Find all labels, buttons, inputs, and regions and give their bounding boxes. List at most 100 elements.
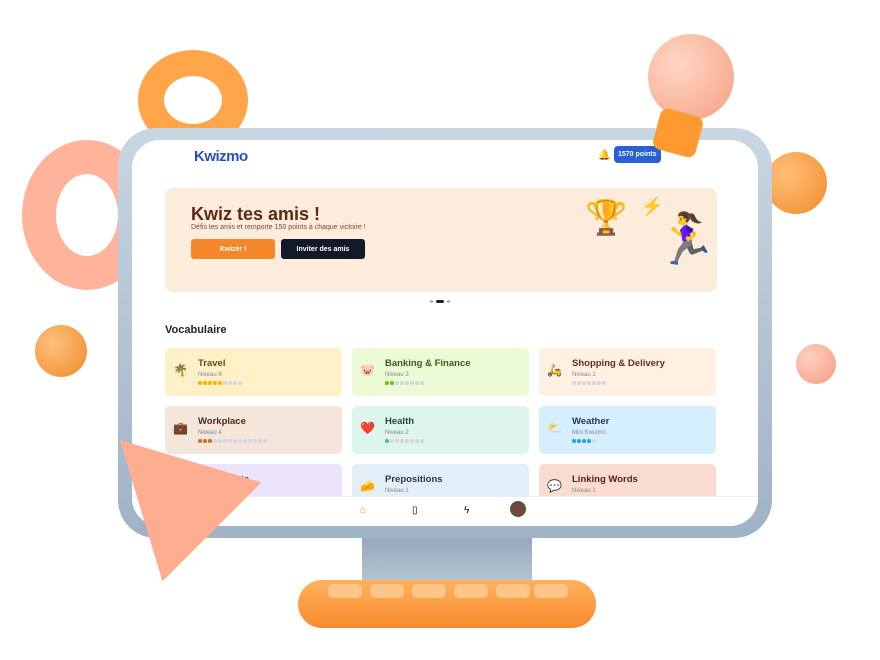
- category-title: Travel: [198, 358, 226, 369]
- level-progress: [572, 439, 596, 443]
- progress-dot: [400, 439, 404, 443]
- category-level: Niveau 1: [572, 372, 596, 378]
- promo-banner: Kwiz tes amis ! Défis tes amis et rempor…: [165, 188, 717, 292]
- progress-dot: [198, 381, 202, 385]
- progress-dot: [420, 381, 424, 385]
- progress-dot: [415, 381, 419, 385]
- progress-dot: [238, 381, 242, 385]
- progress-dot: [395, 439, 399, 443]
- runner-illustration: 🏃‍♀️: [655, 211, 718, 267]
- level-progress: [385, 439, 424, 443]
- lightning-nav-icon[interactable]: ϟ: [464, 505, 469, 516]
- progress-dot: [208, 381, 212, 385]
- category-title: Linking Words: [572, 474, 638, 485]
- avatar[interactable]: [510, 501, 526, 517]
- lightbulb-icon: [648, 34, 734, 120]
- section-title: Vocabulaire: [165, 324, 227, 336]
- progress-dot: [400, 381, 404, 385]
- progress-dot: [385, 381, 389, 385]
- category-title: Shopping & Delivery: [572, 358, 665, 369]
- category-icon: 💬: [547, 479, 562, 493]
- category-title: Health: [385, 416, 415, 427]
- ball-right-icon: [765, 152, 827, 214]
- category-icon: 🧀: [360, 479, 375, 493]
- kwizer-button[interactable]: Kwizer !: [191, 239, 275, 259]
- logo[interactable]: Kwizmo: [194, 148, 248, 165]
- ball-orange-icon: [35, 325, 87, 377]
- ball-peach-icon: [796, 344, 836, 384]
- category-title: Prepositions: [385, 474, 443, 485]
- progress-dot: [587, 439, 591, 443]
- invite-friends-button[interactable]: Inviter des amis: [281, 239, 365, 259]
- category-title: Banking & Finance: [385, 358, 471, 369]
- category-title: Weather: [572, 416, 610, 427]
- progress-dot: [410, 381, 414, 385]
- progress-dot: [258, 439, 262, 443]
- category-level: Niveau 1: [385, 488, 409, 494]
- progress-dot: [203, 381, 207, 385]
- category-card[interactable]: ❤️ Health Niveau 2: [352, 406, 529, 454]
- category-level: Niveau 1: [572, 488, 596, 494]
- progress-dot: [223, 381, 227, 385]
- level-progress: [572, 381, 606, 385]
- progress-dot: [218, 381, 222, 385]
- progress-dot: [233, 439, 237, 443]
- category-icon: ❤️: [360, 421, 375, 435]
- progress-dot: [395, 381, 399, 385]
- progress-dot: [223, 439, 227, 443]
- progress-dot: [577, 381, 581, 385]
- carousel-dots[interactable]: [430, 300, 450, 303]
- points-badge[interactable]: 1570 points: [614, 146, 661, 163]
- progress-dot: [385, 439, 389, 443]
- progress-dot: [602, 381, 606, 385]
- category-icon: 🌴: [173, 363, 188, 377]
- progress-dot: [243, 439, 247, 443]
- category-level: Mini Kwizmo: [572, 430, 606, 436]
- category-card[interactable]: 🌴 Travel Niveau 6: [165, 348, 342, 396]
- category-level: Niveau 2: [385, 430, 409, 436]
- progress-dot: [405, 439, 409, 443]
- progress-dot: [420, 439, 424, 443]
- progress-dot: [410, 439, 414, 443]
- progress-dot: [263, 439, 267, 443]
- progress-dot: [390, 439, 394, 443]
- category-icon: 🛵: [547, 363, 562, 377]
- category-card[interactable]: ⛅ Weather Mini Kwizmo: [539, 406, 716, 454]
- progress-dot: [213, 381, 217, 385]
- bell-icon[interactable]: 🔔: [598, 150, 610, 161]
- banner-subtitle: Défis tes amis et remporte 150 points à …: [191, 224, 366, 231]
- category-level: Niveau 3: [385, 372, 409, 378]
- progress-dot: [582, 439, 586, 443]
- progress-dot: [592, 381, 596, 385]
- progress-dot: [228, 439, 232, 443]
- progress-dot: [248, 439, 252, 443]
- trophy-icon: 🏆: [585, 199, 628, 237]
- keyboard-icon: [298, 580, 596, 628]
- progress-dot: [582, 381, 586, 385]
- category-card[interactable]: 🛵 Shopping & Delivery Niveau 1: [539, 348, 716, 396]
- level-progress: [198, 381, 242, 385]
- category-icon: 🐷: [360, 363, 375, 377]
- progress-dot: [587, 381, 591, 385]
- category-card[interactable]: 🐷 Banking & Finance Niveau 3: [352, 348, 529, 396]
- progress-dot: [577, 439, 581, 443]
- category-icon: ⛅: [547, 421, 562, 435]
- home-icon[interactable]: ⌂: [360, 505, 366, 516]
- progress-dot: [390, 381, 394, 385]
- bookmark-icon[interactable]: ▯: [412, 505, 418, 516]
- progress-dot: [238, 439, 242, 443]
- progress-dot: [233, 381, 237, 385]
- progress-dot: [253, 439, 257, 443]
- progress-dot: [405, 381, 409, 385]
- progress-dot: [597, 381, 601, 385]
- progress-dot: [415, 439, 419, 443]
- progress-dot: [592, 439, 596, 443]
- category-level: Niveau 6: [198, 372, 222, 378]
- banner-title: Kwiz tes amis !: [191, 204, 321, 224]
- monitor-stand: [362, 536, 532, 586]
- progress-dot: [228, 381, 232, 385]
- lightning-icon: ⚡: [641, 196, 664, 216]
- progress-dot: [572, 381, 576, 385]
- progress-dot: [572, 439, 576, 443]
- level-progress: [385, 381, 424, 385]
